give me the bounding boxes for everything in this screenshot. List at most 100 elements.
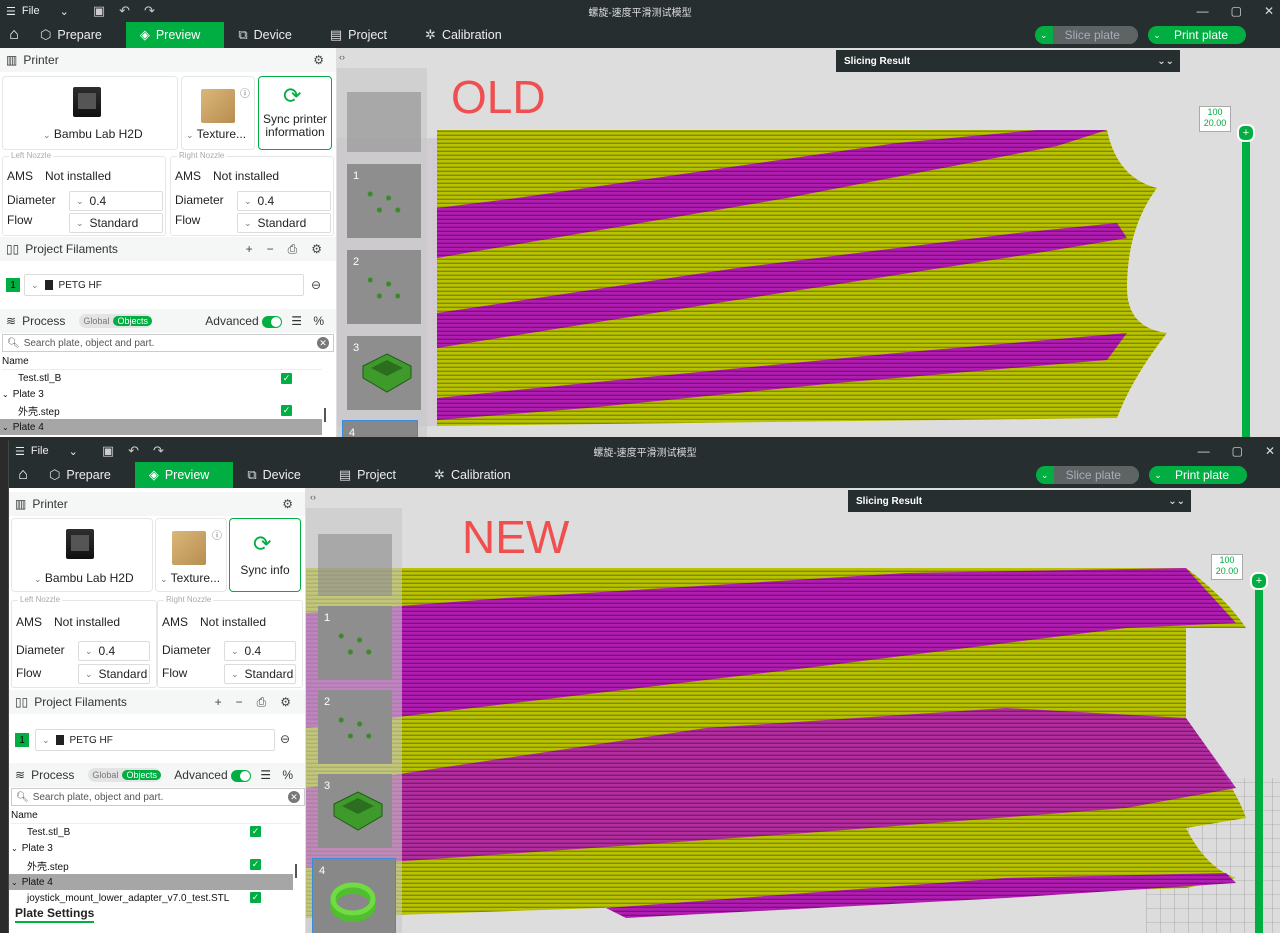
plate-thumb-1[interactable]: 1 (347, 164, 421, 238)
tab-project[interactable]: ▤ Project (316, 22, 411, 48)
save-icon[interactable]: ▣ (93, 3, 105, 19)
toggle-global[interactable]: Global (88, 770, 122, 780)
plate-thumb-0[interactable] (347, 92, 421, 152)
toggle-objects[interactable]: Objects (122, 770, 161, 780)
plate-thumb-3[interactable]: 3 (347, 336, 421, 410)
advanced-toggle[interactable] (231, 769, 251, 782)
gear-icon[interactable]: ⚙ (280, 695, 291, 710)
slicing-result-bar[interactable]: Slicing Result ⌄⌄ (836, 50, 1180, 72)
minus-icon[interactable]: − (236, 695, 243, 710)
tab-prepare[interactable]: ⬡ Prepare (35, 462, 135, 488)
close-icon[interactable]: ✕ (1264, 4, 1274, 18)
flow-select[interactable]: ⌄ Standard (78, 664, 150, 684)
viewport-3d[interactable]: 1 2 3 4 ‹› NEW Slicing Result ⌄⌄ 100 20.00… (306, 488, 1280, 933)
chevron-down-icon[interactable]: ⌄ (1149, 466, 1167, 484)
plate-thumb-2[interactable]: 2 (347, 250, 421, 324)
checkbox[interactable]: ✓ (250, 892, 261, 903)
layer-slider-handle[interactable]: + (1250, 572, 1268, 590)
remove-filament-icon[interactable]: ⊖ (311, 278, 321, 292)
sync-ams-icon[interactable]: ⎙ (257, 695, 267, 710)
tab-calibration[interactable]: ✲ Calibration (420, 462, 535, 488)
scrollbar[interactable] (324, 408, 326, 422)
maximize-icon[interactable]: ▢ (1232, 444, 1243, 458)
tree-row[interactable]: 外壳.step (27, 857, 69, 873)
flow-select[interactable]: ⌄ Standard (237, 213, 331, 233)
diameter-select[interactable]: ⌄ 0.4 (237, 191, 331, 211)
printer-card[interactable]: ⌄ Bambu Lab H2D (11, 518, 153, 592)
redo-icon[interactable]: ↷ (153, 443, 164, 459)
tree-row[interactable]: ⌄ Plate 3 (2, 386, 44, 402)
plate-thumb-4[interactable]: 4 (312, 858, 396, 933)
chevron-down-icon[interactable]: ⌄⌄ (1157, 56, 1174, 67)
sync-ams-icon[interactable]: ⎙ (288, 242, 298, 257)
tab-calibration[interactable]: ✲ Calibration (411, 22, 526, 48)
tab-prepare[interactable]: ⬡ Prepare (26, 22, 126, 48)
plate-settings-tab[interactable]: Plate Settings (15, 906, 95, 923)
list-icon[interactable]: ☰ (291, 314, 302, 328)
file-menu[interactable]: ☰ File ⌄ (0, 5, 69, 18)
filament-select[interactable]: ⌄ PETG HF (24, 274, 304, 296)
slice-plate-button[interactable]: ⌄ Slice plate (1035, 466, 1139, 484)
scrollbar[interactable] (295, 864, 297, 878)
sync-printer-button[interactable]: ⟳ Sync printer information (258, 76, 332, 150)
chevron-down-icon[interactable]: ⌄ (1035, 26, 1053, 44)
plate-thumb-4[interactable]: 4 (342, 420, 418, 437)
checkbox[interactable]: ✓ (281, 373, 292, 384)
clear-icon[interactable]: ✕ (317, 337, 329, 349)
print-plate-button[interactable]: ⌄ Print plate (1147, 26, 1246, 44)
undo-icon[interactable]: ↶ (119, 3, 130, 19)
checkbox[interactable]: ✓ (250, 859, 261, 870)
list-icon[interactable]: ☰ (260, 768, 271, 782)
percent-icon[interactable]: % (313, 314, 324, 328)
minimize-icon[interactable]: — (1198, 444, 1210, 458)
diameter-select[interactable]: ⌄ 0.4 (224, 641, 296, 661)
search-input[interactable]: 🔍︎ Search plate, object and part. ✕ (11, 788, 305, 806)
viewport-3d[interactable]: 1 2 3 4 ‹› OLD Slicing Result ⌄⌄ 100 20.00… (337, 48, 1280, 437)
global-objects-toggle[interactable]: Global Objects (88, 768, 161, 782)
info-icon[interactable]: ⓘ (212, 527, 222, 542)
close-icon[interactable]: ✕ (1265, 444, 1275, 458)
tree-row[interactable]: Test.stl_B (27, 824, 70, 840)
checkbox[interactable]: ✓ (250, 826, 261, 837)
tree-row[interactable]: ⌄ Plate 4 (0, 419, 322, 435)
layer-slider-track[interactable] (1242, 132, 1250, 437)
collapse-sidebar-icon[interactable]: ‹› (339, 52, 345, 62)
tree-row[interactable]: ⌄ Plate 3 (11, 840, 53, 856)
collapse-sidebar-icon[interactable]: ‹› (310, 492, 316, 502)
toggle-objects[interactable]: Objects (113, 316, 152, 326)
gear-icon[interactable]: ⚙ (311, 242, 322, 257)
info-icon[interactable]: ⓘ (240, 85, 250, 100)
tab-project[interactable]: ▤ Project (325, 462, 420, 488)
checkbox[interactable]: ✓ (281, 405, 292, 416)
advanced-toggle[interactable] (262, 315, 282, 328)
tab-preview[interactable]: ◈ Preview (134, 462, 234, 488)
plate-type-card[interactable]: ⓘ ⌄ Texture... (155, 518, 227, 592)
remove-filament-icon[interactable]: ⊖ (280, 732, 290, 746)
file-menu[interactable]: ☰ File ⌄ (9, 445, 78, 458)
slice-plate-button[interactable]: ⌄ Slice plate (1034, 26, 1138, 44)
plus-icon[interactable]: + (246, 242, 253, 257)
global-objects-toggle[interactable]: Global Objects (79, 314, 152, 328)
toggle-global[interactable]: Global (79, 316, 113, 326)
minimize-icon[interactable]: — (1197, 4, 1209, 18)
home-icon[interactable]: ⌂ (11, 462, 35, 488)
gear-icon[interactable]: ⚙ (282, 497, 293, 511)
chevron-down-icon[interactable]: ⌄⌄ (1168, 496, 1185, 507)
plate-thumb-2[interactable]: 2 (318, 690, 392, 764)
plate-thumb-3[interactable]: 3 (318, 774, 392, 848)
sync-printer-button[interactable]: ⟳ Sync info (229, 518, 301, 592)
plus-icon[interactable]: + (215, 695, 222, 710)
search-input[interactable]: 🔍︎ Search plate, object and part. ✕ (2, 334, 334, 352)
flow-select[interactable]: ⌄ Standard (69, 213, 163, 233)
chevron-down-icon[interactable]: ⌄ (1148, 26, 1166, 44)
gear-icon[interactable]: ⚙ (313, 53, 324, 67)
filament-select[interactable]: ⌄ PETG HF (35, 729, 275, 751)
layer-slider-handle[interactable]: + (1237, 124, 1255, 142)
printer-card[interactable]: ⌄ Bambu Lab H2D (2, 76, 178, 150)
clear-icon[interactable]: ✕ (288, 791, 300, 803)
plate-type-card[interactable]: ⓘ ⌄ Texture... (181, 76, 255, 150)
flow-select[interactable]: ⌄ Standard (224, 664, 296, 684)
print-plate-button[interactable]: ⌄ Print plate (1148, 466, 1247, 484)
tree-row[interactable]: ⌄ Plate 4 (9, 874, 293, 890)
tab-device[interactable]: ⧉ Device (233, 462, 325, 488)
